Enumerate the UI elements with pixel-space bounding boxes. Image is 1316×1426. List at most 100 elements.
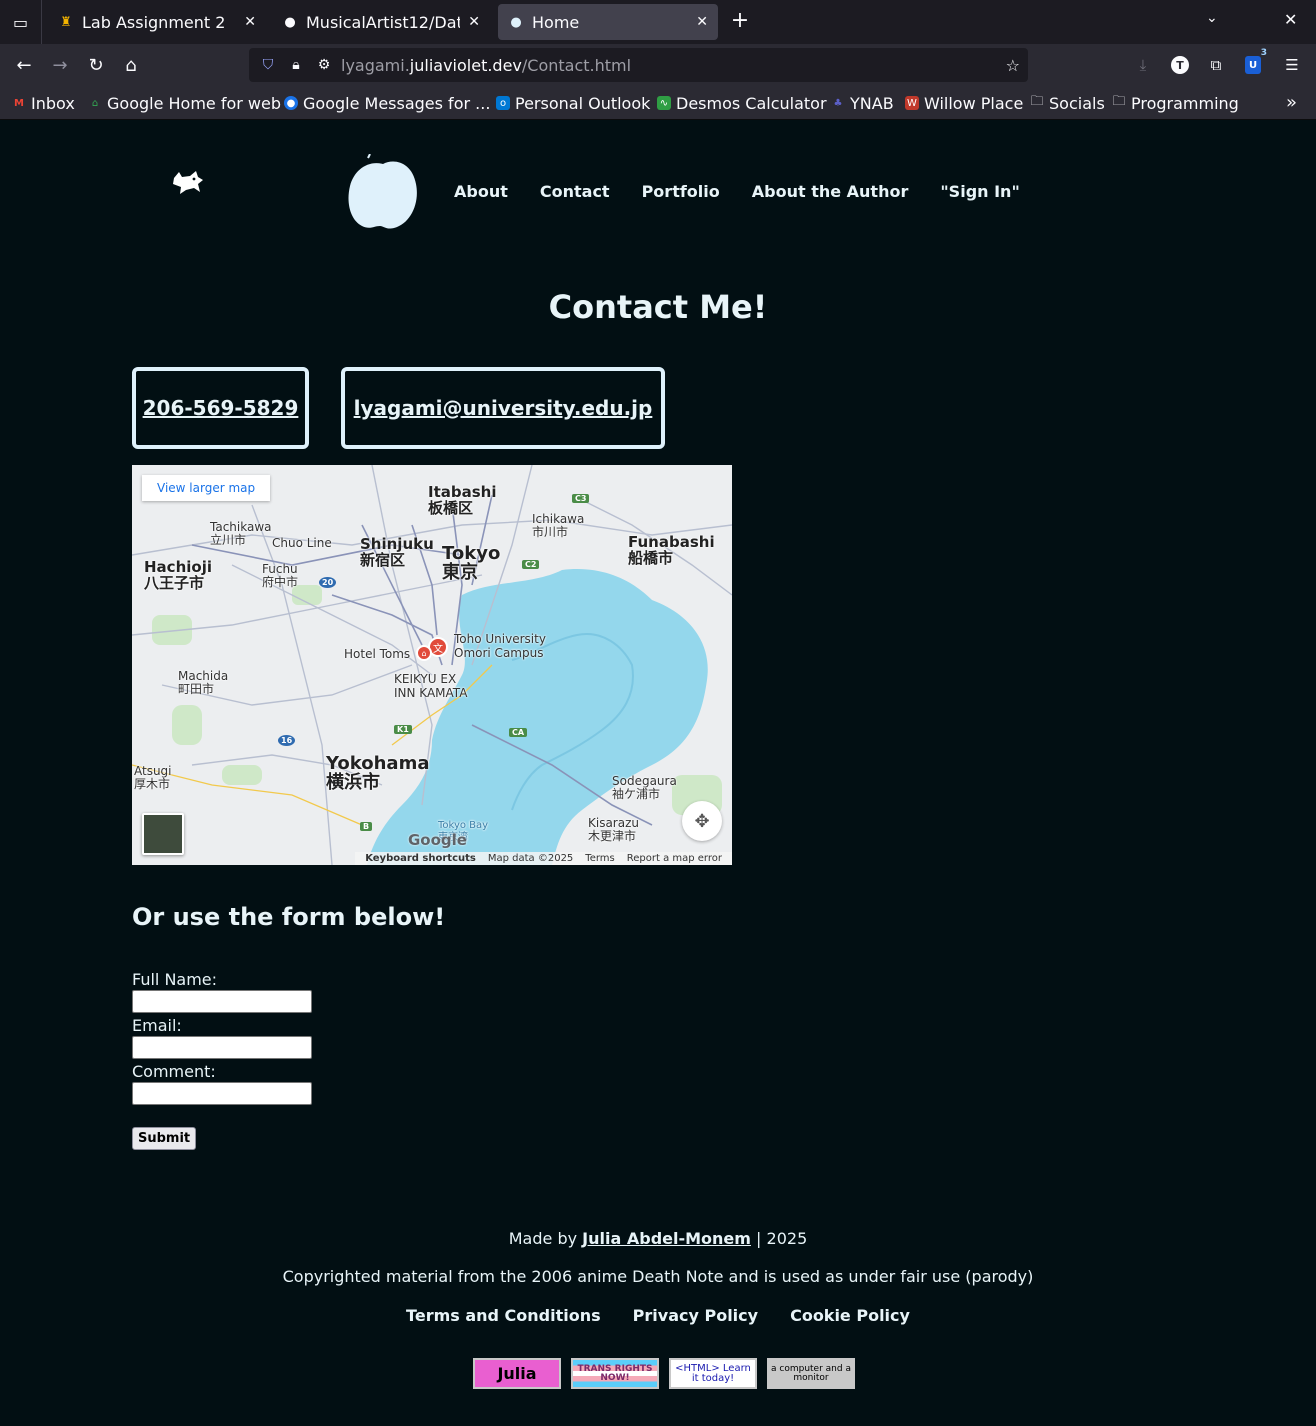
messages-icon: ● bbox=[284, 96, 298, 110]
downloads-icon[interactable]: ⤓ bbox=[1130, 52, 1156, 78]
cat-logo-icon[interactable] bbox=[170, 168, 206, 196]
shield-icon[interactable]: ⛉ bbox=[259, 57, 277, 73]
lock-icon[interactable]: 🔒︎ bbox=[287, 57, 305, 73]
map-label-chuo-line: Chuo Line bbox=[272, 536, 332, 550]
map-label-ichikawa: Ichikawa 市川市 bbox=[532, 512, 585, 539]
tab-lab-assignment[interactable]: ♜ Lab Assignment 2 ✕ bbox=[48, 4, 266, 40]
road-shield: C2 bbox=[522, 560, 540, 569]
copyright-text: Copyrighted material from the 2006 anime… bbox=[282, 1267, 1034, 1286]
comment-input[interactable] bbox=[132, 1082, 312, 1105]
keyboard-shortcuts-link[interactable]: Keyboard shortcuts bbox=[365, 853, 476, 864]
bookmark-star-icon[interactable]: ☆ bbox=[1006, 56, 1020, 75]
url-text: lyagami.juliaviolet.dev/Contact.html bbox=[341, 55, 632, 75]
bookmarks-overflow-icon[interactable]: » bbox=[1286, 92, 1297, 113]
bookmark-desmos[interactable]: ∿ Desmos Calculator bbox=[657, 92, 827, 114]
menu-icon[interactable]: ☰ bbox=[1279, 52, 1305, 78]
comment-label: Comment: bbox=[132, 1062, 216, 1081]
forward-icon[interactable]: → bbox=[47, 52, 73, 78]
tab-home[interactable]: ● Home ✕ bbox=[498, 4, 718, 40]
google-logo: Google bbox=[408, 831, 467, 849]
map-label-sodegaura: Sodegaura 袖ケ浦市 bbox=[612, 774, 677, 801]
bookmark-folder-socials[interactable]: 🗀︎ Socials bbox=[1030, 92, 1104, 114]
tab-overview-icon[interactable]: ▭ bbox=[0, 0, 42, 44]
contact-form: Full Name: Email: Comment: Submit bbox=[132, 970, 312, 1150]
nav-about[interactable]: About bbox=[454, 182, 508, 201]
nav-portfolio[interactable]: Portfolio bbox=[642, 182, 720, 201]
phone-link[interactable]: 206-569-5829 bbox=[143, 396, 299, 420]
bookmark-folder-programming[interactable]: 🗀︎ Programming bbox=[1112, 92, 1238, 114]
bitwarden-icon[interactable]: U3 bbox=[1240, 48, 1267, 78]
nav-contact[interactable]: Contact bbox=[540, 182, 610, 201]
window-close-icon[interactable]: ✕ bbox=[1284, 10, 1297, 29]
home-icon[interactable]: ⌂ bbox=[118, 52, 144, 78]
email-box: lyagami@university.edu.jp bbox=[341, 367, 665, 449]
map-label-hachioji: Hachioji 八王子市 bbox=[144, 558, 212, 592]
bookmark-ynab[interactable]: ♣ YNAB bbox=[831, 92, 894, 114]
computer-monitor-badge[interactable]: a computer and a monitor bbox=[767, 1358, 855, 1389]
made-by-line: Made by Julia Abdel-Monem | 2025 bbox=[508, 1229, 808, 1248]
map-label-kisarazu: Kisarazu 木更津市 bbox=[588, 816, 639, 843]
rook-icon: ♜ bbox=[60, 14, 72, 30]
phone-box: 206-569-5829 bbox=[132, 367, 309, 449]
extensions-icon[interactable]: ⧉ bbox=[1203, 52, 1229, 78]
chevron-down-icon[interactable]: ⌄ bbox=[1206, 10, 1218, 26]
terms-link[interactable]: Terms bbox=[585, 853, 614, 864]
close-tab-icon[interactable]: ✕ bbox=[696, 14, 708, 30]
bookmark-google-messages[interactable]: ● Google Messages for ... bbox=[284, 92, 490, 114]
map-label-yokohama: Yokohama 横浜市 bbox=[326, 753, 430, 793]
form-title: Or use the form below! bbox=[132, 903, 446, 931]
map-label-machida: Machida 町田市 bbox=[178, 669, 229, 696]
hotel-pin-icon[interactable]: ⌂ bbox=[416, 645, 432, 661]
page: About Contact Portfolio About the Author… bbox=[0, 120, 1316, 1426]
map-label-itabashi: Itabashi 板橋区 bbox=[428, 483, 497, 517]
apple-favicon-icon: ● bbox=[510, 14, 522, 30]
ynab-icon: ♣ bbox=[833, 97, 843, 109]
fullscreen-icon[interactable]: ✥ bbox=[682, 801, 722, 841]
desmos-icon: ∿ bbox=[657, 96, 671, 110]
tab-github[interactable]: ● MusicalArtist12/Datab ✕ bbox=[272, 4, 490, 40]
full-name-label: Full Name: bbox=[132, 970, 218, 989]
apple-logo-icon[interactable] bbox=[346, 154, 420, 230]
reload-icon[interactable]: ↻ bbox=[83, 52, 109, 78]
report-error-link[interactable]: Report a map error bbox=[627, 853, 722, 864]
cookie-policy-link[interactable]: Cookie Policy bbox=[790, 1306, 910, 1325]
nav-about-author[interactable]: About the Author bbox=[752, 182, 909, 201]
view-larger-map-link[interactable]: View larger map bbox=[142, 475, 271, 501]
map-label-fuchu: Fuchu 府中市 bbox=[262, 562, 299, 589]
email-label: Email: bbox=[132, 1016, 182, 1035]
bookmark-outlook[interactable]: o Personal Outlook bbox=[496, 92, 650, 114]
road-shield: B bbox=[360, 822, 373, 831]
back-icon[interactable]: ← bbox=[11, 52, 37, 78]
bookmark-inbox[interactable]: M Inbox bbox=[12, 92, 75, 114]
map-label-hotel-toms: Hotel Toms bbox=[344, 647, 411, 661]
trans-rights-badge[interactable]: TRANS RIGHTS NOW! bbox=[571, 1358, 659, 1389]
folder-icon: 🗀︎ bbox=[1112, 94, 1126, 109]
page-title: Contact Me! bbox=[548, 288, 768, 326]
author-link[interactable]: Julia Abdel-Monem bbox=[582, 1229, 751, 1248]
nav-sign-in[interactable]: "Sign In" bbox=[940, 182, 1019, 201]
submit-button[interactable]: Submit bbox=[132, 1127, 197, 1150]
github-icon: ● bbox=[284, 14, 296, 30]
folder-icon: 🗀︎ bbox=[1030, 94, 1044, 109]
email-link[interactable]: lyagami@university.edu.jp bbox=[354, 396, 653, 420]
willow-icon: W bbox=[905, 96, 919, 110]
julia-badge[interactable]: Julia bbox=[473, 1358, 561, 1389]
address-bar[interactable]: ⛉ 🔒︎ ⚙ lyagami.juliaviolet.dev/Contact.h… bbox=[249, 48, 1028, 82]
full-name-input[interactable] bbox=[132, 990, 312, 1013]
permissions-icon[interactable]: ⚙ bbox=[315, 57, 333, 73]
satellite-toggle-button[interactable] bbox=[142, 813, 184, 855]
navigation-toolbar: ← → ↻ ⌂ ⛉ 🔒︎ ⚙ lyagami.juliaviolet.dev/C… bbox=[0, 44, 1316, 86]
embedded-map[interactable]: View larger map Itabashi 板橋区 Tachikawa 立川市… bbox=[132, 465, 732, 865]
html-badge[interactable]: <HTML> Learn it today! bbox=[669, 1358, 757, 1389]
email-input[interactable] bbox=[132, 1036, 312, 1059]
road-shield: 20 bbox=[319, 577, 337, 588]
account-icon[interactable]: T bbox=[1167, 52, 1193, 78]
new-tab-icon[interactable]: + bbox=[728, 10, 752, 34]
privacy-policy-link[interactable]: Privacy Policy bbox=[633, 1306, 758, 1325]
close-tab-icon[interactable]: ✕ bbox=[244, 14, 256, 30]
close-tab-icon[interactable]: ✕ bbox=[468, 14, 480, 30]
bookmark-willow-place[interactable]: W Willow Place bbox=[905, 92, 1023, 114]
terms-and-conditions-link[interactable]: Terms and Conditions bbox=[406, 1306, 601, 1325]
site-nav: About Contact Portfolio About the Author… bbox=[454, 182, 1052, 201]
bookmark-google-home[interactable]: ⌂ Google Home for web bbox=[88, 92, 281, 114]
